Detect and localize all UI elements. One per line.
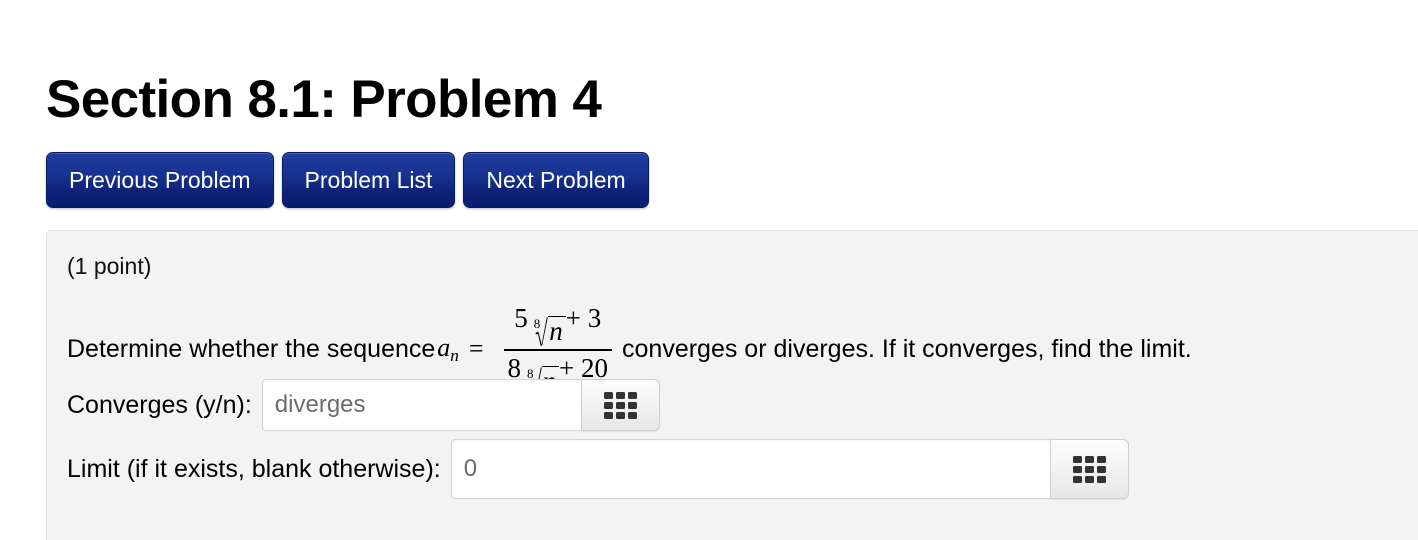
limit-label: Limit (if it exists, blank otherwise): [67, 454, 441, 483]
next-problem-label: Next Problem [486, 166, 626, 193]
grid-keypad-icon [1072, 455, 1106, 483]
problem-navigation-bar: Previous Problem Problem List Next Probl… [46, 152, 649, 208]
grid-keypad-icon [603, 391, 637, 419]
problem-panel: (1 point) Determine whether the sequence… [46, 230, 1418, 540]
limit-answer-row: Limit (if it exists, blank otherwise): [67, 439, 1129, 499]
sequence-variable: an [435, 333, 461, 366]
numerator-radicand: n [548, 316, 566, 345]
previous-problem-label: Previous Problem [69, 166, 251, 193]
converges-input-group [261, 379, 660, 431]
sequence-variable-subscript: n [450, 345, 459, 365]
next-problem-button[interactable]: Next Problem [463, 152, 649, 208]
sequence-variable-letter: a [437, 332, 451, 362]
denominator-root-index: 8 [527, 366, 534, 381]
limit-input-group [450, 439, 1129, 499]
converges-input[interactable] [261, 379, 582, 431]
previous-problem-button[interactable]: Previous Problem [46, 152, 274, 208]
points-label: (1 point) [67, 253, 152, 279]
numerator-root-index: 8 [533, 316, 541, 331]
statement-suffix: converges or diverges. If it converges, … [622, 334, 1192, 363]
page-title: Section 8.1: Problem 4 [46, 69, 602, 129]
problem-page: Section 8.1: Problem 4 Previous Problem … [0, 0, 1418, 540]
problem-list-button[interactable]: Problem List [281, 152, 456, 208]
numerator-tail: + 3 [565, 303, 602, 333]
problem-list-label: Problem List [304, 166, 433, 193]
limit-keypad-button[interactable] [1050, 439, 1129, 499]
converges-keypad-button[interactable] [581, 379, 660, 431]
numerator-radical: 8n [528, 316, 566, 346]
converges-answer-row: Converges (y/n): [67, 379, 660, 431]
converges-label: Converges (y/n): [67, 390, 252, 419]
limit-input[interactable] [450, 439, 1051, 499]
statement-prefix: Determine whether the sequence [67, 334, 436, 363]
fraction-numerator: 5 8 n + 3 [510, 303, 605, 349]
numerator-coefficient: 5 [514, 303, 528, 333]
equals-sign: = [468, 334, 484, 363]
